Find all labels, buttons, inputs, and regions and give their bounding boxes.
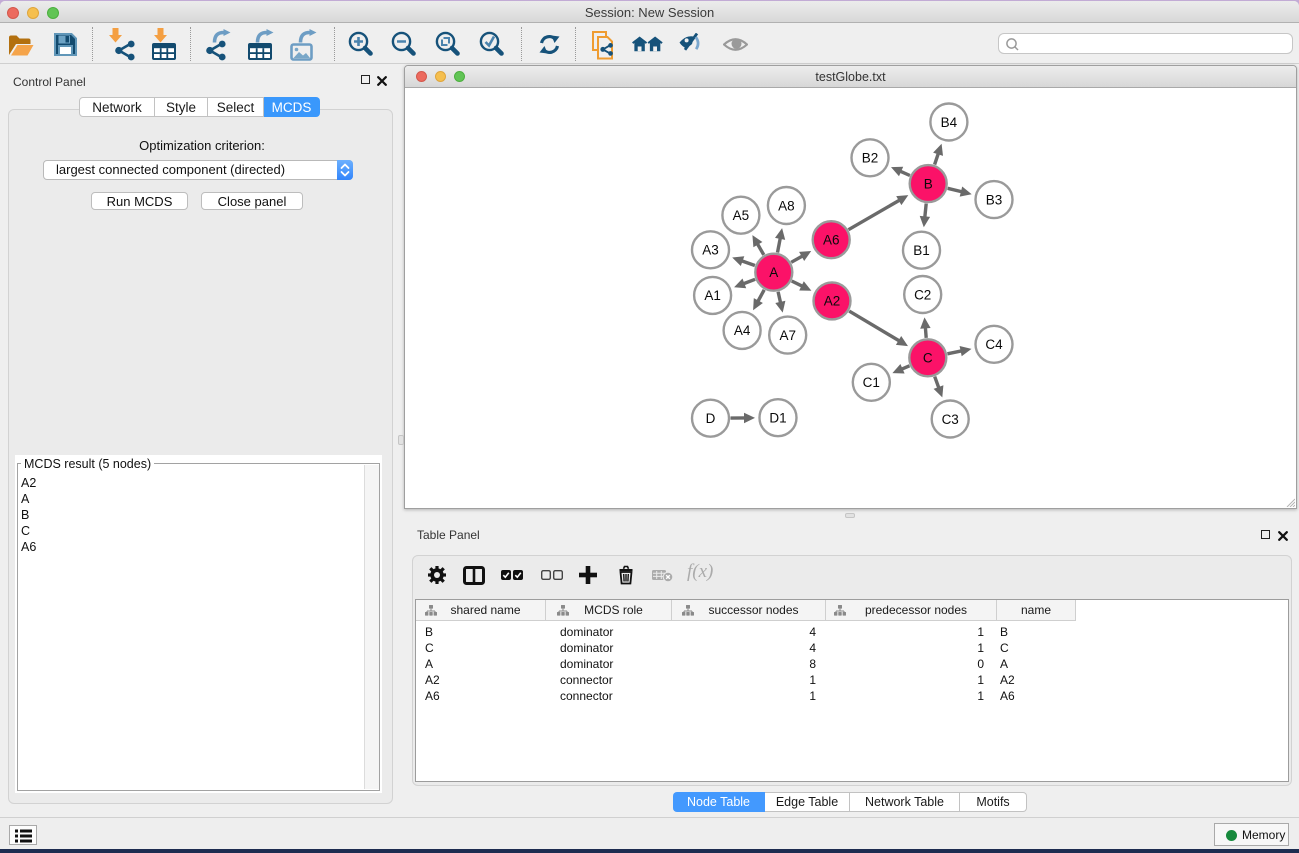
svg-text:C2: C2 [914, 287, 931, 302]
svg-text:A8: A8 [778, 198, 795, 213]
svg-text:A7: A7 [779, 327, 796, 342]
svg-text:C: C [923, 350, 933, 365]
svg-text:A3: A3 [702, 242, 719, 257]
svg-text:A6: A6 [823, 232, 840, 247]
svg-text:D1: D1 [769, 410, 786, 425]
svg-text:B1: B1 [913, 243, 930, 258]
svg-text:D: D [706, 411, 716, 426]
svg-text:C3: C3 [942, 411, 959, 426]
svg-text:A5: A5 [733, 208, 750, 223]
svg-text:B2: B2 [862, 150, 879, 165]
svg-text:C4: C4 [985, 337, 1003, 352]
svg-text:B4: B4 [941, 114, 958, 129]
svg-text:A2: A2 [824, 293, 841, 308]
svg-text:B3: B3 [986, 192, 1003, 207]
svg-text:A1: A1 [704, 288, 721, 303]
svg-text:C1: C1 [863, 375, 880, 390]
svg-text:B: B [924, 176, 933, 191]
svg-text:A4: A4 [734, 323, 751, 338]
svg-text:A: A [769, 265, 778, 280]
